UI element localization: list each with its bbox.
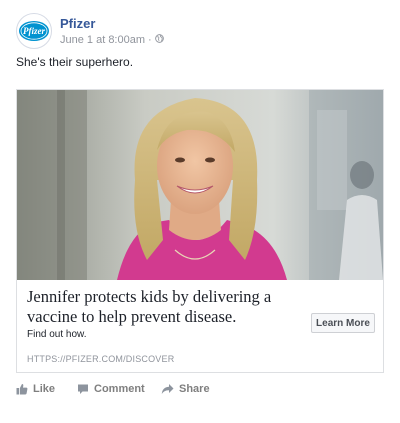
avatar-logo-text: Pfizer (23, 26, 45, 36)
page-name-link[interactable]: Pfizer (60, 16, 95, 31)
post-timestamp[interactable]: June 1 at 8:00am (60, 34, 145, 46)
like-label: Like (33, 383, 56, 395)
globe-icon[interactable] (154, 34, 164, 46)
ad-headline[interactable]: Jennifer protects kids by delivering a v… (27, 287, 287, 327)
ad-photo[interactable] (17, 90, 383, 280)
learn-more-button[interactable]: Learn More (311, 313, 375, 333)
share-label: Share (179, 383, 210, 395)
post-meta: June 1 at 8:00am · (60, 34, 164, 46)
comment-button[interactable]: Comment (77, 383, 145, 395)
page-avatar[interactable]: Pfizer (16, 13, 52, 49)
thumbs-up-icon (16, 384, 28, 395)
share-button[interactable]: Share (161, 383, 210, 395)
woman-photo-image (17, 90, 383, 280)
meta-separator: · (148, 34, 152, 46)
pfizer-logo-icon: Pfizer (19, 21, 49, 41)
like-button[interactable]: Like (16, 383, 55, 395)
link-ad-card[interactable]: Jennifer protects kids by delivering a v… (16, 89, 384, 373)
share-arrow-icon (161, 384, 174, 394)
comment-bubble-icon (78, 384, 88, 394)
ad-description: Find out how. (27, 329, 87, 340)
post-caption: She's their superhero. (16, 55, 134, 69)
ad-display-url[interactable]: HTTPS://PFIZER.COM/DISCOVER (27, 354, 174, 364)
comment-label: Comment (94, 383, 145, 395)
facebook-post: Pfizer Pfizer June 1 at 8:00am · She's t… (0, 0, 400, 423)
